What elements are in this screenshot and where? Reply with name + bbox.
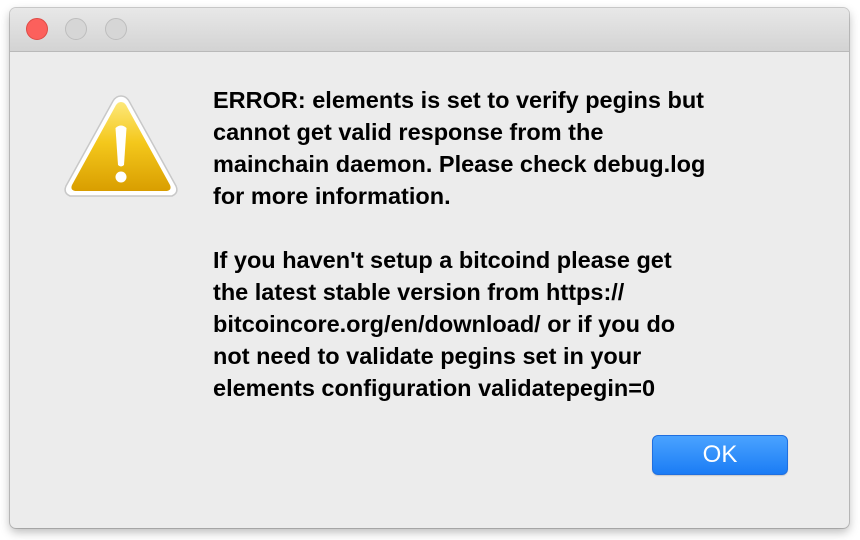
- setup-instructions-text: If you haven't setup a bitcoind please g…: [213, 247, 676, 401]
- ok-button[interactable]: OK: [652, 435, 788, 475]
- alert-message: ERROR: elements is set to verify pegins …: [213, 84, 813, 404]
- error-message-text: ERROR: elements is set to verify pegins …: [213, 87, 706, 209]
- close-window-button[interactable]: [26, 18, 48, 40]
- minimize-window-button[interactable]: [65, 18, 87, 40]
- warning-triangle-icon: [64, 95, 178, 197]
- zoom-window-button[interactable]: [105, 18, 127, 40]
- title-bar: [10, 8, 849, 52]
- alert-dialog-window: ERROR: elements is set to verify pegins …: [10, 8, 849, 528]
